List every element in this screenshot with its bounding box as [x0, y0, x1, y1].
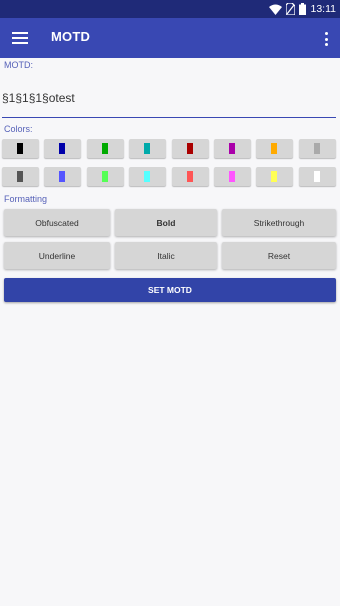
motd-input[interactable]: [2, 84, 336, 118]
hamburger-menu-icon[interactable]: [12, 29, 28, 47]
overflow-menu-icon[interactable]: [322, 30, 330, 48]
color-button-8[interactable]: [299, 139, 336, 158]
color-swatch: [17, 143, 23, 154]
color-swatch: [144, 143, 150, 154]
color-button-14[interactable]: [214, 167, 251, 186]
color-button-9[interactable]: [2, 167, 39, 186]
color-swatch: [59, 143, 65, 154]
color-swatch: [187, 143, 193, 154]
strikethrough-button[interactable]: Strikethrough: [222, 209, 336, 236]
no-sim-icon: [285, 3, 295, 15]
color-swatch: [271, 171, 277, 182]
color-button-15[interactable]: [256, 167, 293, 186]
color-button-12[interactable]: [129, 167, 166, 186]
color-button-13[interactable]: [172, 167, 209, 186]
color-button-2[interactable]: [44, 139, 81, 158]
color-swatch: [59, 171, 65, 182]
battery-icon: [298, 3, 306, 15]
color-button-10[interactable]: [44, 167, 81, 186]
color-swatch: [17, 171, 23, 182]
color-button-7[interactable]: [256, 139, 293, 158]
status-time: 13:11: [310, 3, 337, 15]
color-button-16[interactable]: [299, 167, 336, 186]
color-swatch: [144, 171, 150, 182]
status-bar: 13:11: [0, 0, 340, 18]
color-swatch: [229, 171, 235, 182]
underline-button[interactable]: Underline: [4, 242, 110, 269]
color-swatch: [314, 171, 320, 182]
color-button-1[interactable]: [2, 139, 39, 158]
color-swatch: [102, 143, 108, 154]
formatting-label: Formatting: [4, 194, 48, 204]
obfuscated-button[interactable]: Obfuscated: [4, 209, 110, 236]
app-title: MOTD: [51, 29, 91, 44]
app-bar: MOTD: [0, 18, 340, 58]
reset-button[interactable]: Reset: [222, 242, 336, 269]
motd-label: MOTD:: [4, 60, 33, 70]
colors-label: Colors:: [4, 124, 33, 134]
color-button-5[interactable]: [172, 139, 209, 158]
color-button-6[interactable]: [214, 139, 251, 158]
color-swatch: [102, 171, 108, 182]
color-button-3[interactable]: [87, 139, 124, 158]
italic-button[interactable]: Italic: [115, 242, 217, 269]
color-button-4[interactable]: [129, 139, 166, 158]
color-button-11[interactable]: [87, 167, 124, 186]
color-swatch: [229, 143, 235, 154]
wifi-icon: [268, 4, 282, 15]
color-swatch: [314, 143, 320, 154]
status-icons: 13:11: [268, 2, 337, 16]
color-swatch: [187, 171, 193, 182]
bold-button[interactable]: Bold: [115, 209, 217, 236]
color-swatch: [271, 143, 277, 154]
set-motd-button[interactable]: SET MOTD: [4, 278, 336, 302]
